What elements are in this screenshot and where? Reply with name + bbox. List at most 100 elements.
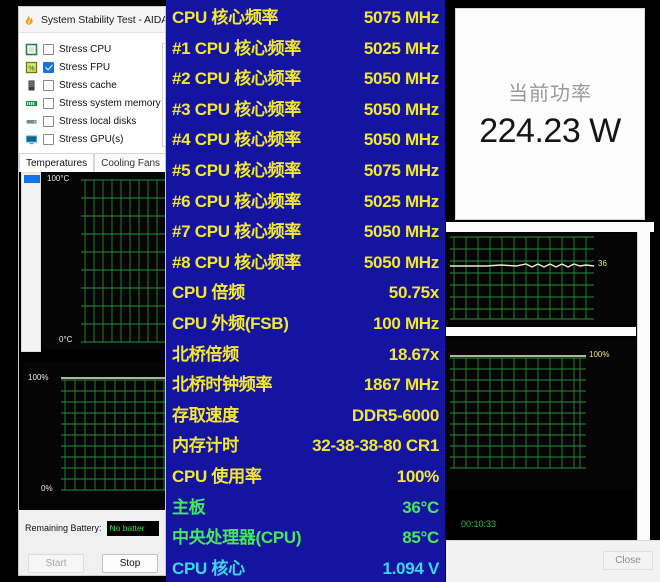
osd-row-key: 北桥倍频 — [172, 344, 239, 364]
close-button[interactable]: Close — [603, 551, 653, 570]
battery-value: No batter — [106, 520, 159, 536]
temperature-graph-bottom-label: 0°C — [59, 335, 73, 344]
osd-row: 内存计时 32-38-38-80 CR1 — [172, 431, 439, 462]
stress-option-fpu[interactable]: % Stress FPU — [25, 59, 165, 75]
osd-row-value: 5075 MHz — [363, 160, 439, 180]
cpu-usage-graph: 100% 0% — [23, 362, 165, 510]
osd-row: #3 CPU 核心频率 5050 MHz — [172, 95, 439, 126]
osd-row-value: 32-38-38-80 CR1 — [312, 436, 439, 456]
svg-text:%: % — [28, 65, 34, 72]
osd-row-value: 5050 MHz — [363, 252, 439, 272]
osd-row-key: #4 CPU 核心频率 — [172, 130, 301, 150]
cpu-chip-icon — [25, 43, 38, 56]
right-temperature-graph-grid — [446, 233, 636, 325]
sensor-list-selected-item[interactable] — [24, 175, 40, 183]
graphs-panel: 100°C 0°C 100% 0% — [19, 172, 165, 510]
stress-cpu-label: Stress CPU — [59, 43, 112, 55]
osd-row-key: #8 CPU 核心频率 — [172, 252, 301, 272]
start-button[interactable]: Start — [28, 553, 84, 573]
osd-row: #8 CPU 核心频率 5050 MHz — [172, 248, 439, 279]
cpu-usage-graph-bottom-label: 0% — [41, 484, 53, 493]
stress-fpu-label: Stress FPU — [59, 61, 111, 73]
battery-label: Remaining Battery: — [25, 523, 102, 533]
right-cpu-usage-graph-grid — [446, 340, 636, 490]
stress-cache-checkbox[interactable] — [43, 79, 54, 91]
stress-option-cache[interactable]: Stress cache — [25, 77, 165, 93]
cpu-usage-graph-top-label: 100% — [28, 373, 49, 382]
gpu-monitor-icon — [25, 133, 38, 146]
stress-cpu-checkbox[interactable] — [43, 43, 54, 55]
osd-row: #4 CPU 核心频率 5050 MHz — [172, 125, 439, 156]
osd-row-value: 1867 MHz — [363, 375, 439, 395]
osd-row: CPU 核心频率 5075 MHz — [172, 3, 439, 34]
cache-memory-icon — [25, 79, 38, 92]
stress-option-gpu[interactable]: Stress GPU(s) — [25, 131, 165, 147]
sensor-list[interactable] — [21, 172, 41, 352]
fpu-percent-icon: % — [25, 61, 38, 74]
osd-row-value: 85°C — [402, 528, 439, 548]
stress-gpu-checkbox[interactable] — [43, 133, 54, 145]
stress-option-cpu[interactable]: Stress CPU — [25, 41, 165, 57]
tab-cooling-fans-label: Cooling Fans — [101, 157, 161, 169]
current-power-card: 当前功率 224.23 W — [455, 8, 645, 220]
right-temperature-graph: 36 — [446, 233, 636, 325]
stress-fpu-checkbox[interactable] — [43, 61, 54, 73]
stress-options-list: Stress CPU % Stress FPU Stress cache Str… — [19, 33, 165, 153]
panel-divider-top — [446, 222, 654, 232]
osd-row: CPU 外频(FSB) 100 MHz — [172, 309, 439, 340]
hard-disk-icon — [25, 115, 38, 128]
osd-row-key: 中央处理器(CPU) — [172, 528, 302, 548]
osd-row-key: 存取速度 — [172, 405, 239, 425]
osd-row-key: #6 CPU 核心频率 — [172, 191, 301, 211]
osd-row-key: #5 CPU 核心频率 — [172, 160, 301, 180]
osd-row-key: 北桥时钟频率 — [172, 375, 273, 395]
stress-option-local-disks[interactable]: Stress local disks — [25, 113, 165, 129]
osd-row: 北桥时钟频率 1867 MHz — [172, 370, 439, 401]
current-power-value: 224.23 W — [479, 112, 621, 150]
stress-system-memory-label: Stress system memory — [59, 97, 161, 109]
right-scroll-rail[interactable] — [637, 232, 650, 540]
osd-row: CPU 倍频 50.75x — [172, 278, 439, 309]
osd-row-value: 5050 MHz — [363, 222, 439, 242]
aida64-flame-icon — [23, 13, 36, 26]
window-titlebar: System Stability Test - AIDA64 — [19, 7, 165, 33]
osd-row-value: 100 MHz — [373, 313, 439, 333]
osd-row-key: #2 CPU 核心频率 — [172, 69, 301, 89]
right-temperature-graph-trace-label: 36 — [598, 259, 607, 268]
stress-system-memory-checkbox[interactable] — [43, 97, 54, 109]
temperature-graph: 100°C 0°C — [43, 172, 165, 349]
osd-row-value: 18.67x — [388, 344, 440, 364]
aida64-osd-panel: CPU 核心频率 5075 MHz #1 CPU 核心频率 5025 MHz #… — [166, 0, 445, 582]
osd-row-value: 36°C — [402, 497, 439, 517]
screen-root: System Stability Test - AIDA64 Stress CP… — [0, 0, 660, 582]
osd-row-key: CPU 倍频 — [172, 283, 245, 303]
osd-row: 主板 36°C — [172, 493, 439, 524]
osd-row: #5 CPU 核心频率 5075 MHz — [172, 156, 439, 187]
osd-row-key: #1 CPU 核心频率 — [172, 38, 301, 58]
osd-row: 中央处理器(CPU) 85°C — [172, 523, 439, 554]
stress-local-disks-label: Stress local disks — [59, 115, 137, 127]
osd-row-value: 5050 MHz — [363, 99, 439, 119]
tab-temperatures[interactable]: Temperatures — [19, 153, 95, 172]
osd-row-key: CPU 使用率 — [172, 466, 262, 486]
osd-row-value: 5050 MHz — [363, 130, 439, 150]
graph-tabs: Temperatures Cooling Fans — [19, 153, 165, 172]
right-cpu-usage-graph-trace-label: 100% — [589, 350, 610, 359]
osd-row-value: 5025 MHz — [363, 191, 439, 211]
tab-cooling-fans[interactable]: Cooling Fans — [94, 153, 165, 172]
osd-row-key: CPU 外频(FSB) — [172, 313, 289, 333]
ram-stick-icon — [25, 97, 38, 110]
osd-row-key: 内存计时 — [172, 436, 239, 456]
aida64-stability-window: System Stability Test - AIDA64 Stress CP… — [18, 6, 166, 576]
osd-row: 北桥倍频 18.67x — [172, 340, 439, 371]
osd-row: CPU 使用率 100% — [172, 462, 439, 493]
osd-row-value: 100% — [396, 466, 440, 486]
tab-temperatures-label: Temperatures — [26, 157, 88, 169]
osd-row-value: 1.094 V — [382, 558, 439, 578]
osd-row-key: #3 CPU 核心频率 — [172, 99, 301, 119]
osd-row: #2 CPU 核心频率 5050 MHz — [172, 64, 439, 95]
stress-option-system-memory[interactable]: Stress system memory — [25, 95, 165, 111]
stop-button[interactable]: Stop — [102, 553, 158, 573]
osd-row-key: CPU 核心频率 — [172, 8, 279, 27]
stress-local-disks-checkbox[interactable] — [43, 115, 54, 127]
